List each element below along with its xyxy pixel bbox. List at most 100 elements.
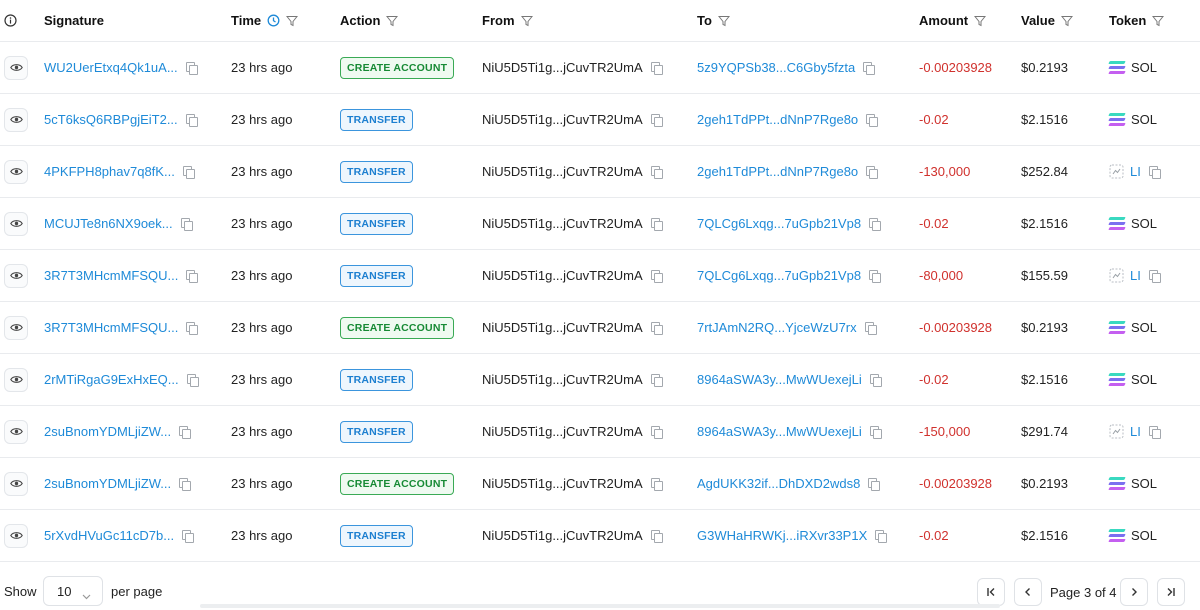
to-address-link[interactable]: 2geh1TdPPt...dNnP7Rge8o (697, 112, 858, 127)
view-details-button[interactable] (4, 315, 28, 340)
from-address: NiU5D5Ti1g...jCuvTR2UmA (482, 424, 643, 439)
signature-link[interactable]: 5cT6ksQ6RBPgjEiT2... (44, 112, 178, 127)
to-address-link[interactable]: 7QLCg6Lxqg...7uGpb21Vp8 (697, 268, 861, 283)
next-page-button[interactable] (1120, 578, 1148, 606)
from-address: NiU5D5Ti1g...jCuvTR2UmA (482, 268, 643, 283)
to-address-link[interactable]: AgdUKK32if...DhDXD2wds8 (697, 476, 860, 491)
copy-icon[interactable] (1148, 270, 1161, 283)
from-address: NiU5D5Ti1g...jCuvTR2UmA (482, 372, 643, 387)
signature-link[interactable]: 3R7T3MHcmMFSQU... (44, 320, 178, 335)
action-badge: TRANSFER (340, 368, 413, 391)
copy-icon[interactable] (650, 218, 663, 231)
sol-token-icon (1108, 60, 1126, 75)
to-address-link[interactable]: 8964aSWA3y...MwWUexejLi (697, 424, 862, 439)
copy-icon[interactable] (1148, 426, 1161, 439)
clock-icon[interactable] (267, 14, 280, 27)
copy-icon[interactable] (650, 270, 663, 283)
value-usd: $0.2193 (1021, 60, 1068, 75)
first-page-button[interactable] (977, 578, 1005, 606)
copy-icon[interactable] (866, 166, 879, 179)
value-usd: $2.1516 (1021, 216, 1068, 231)
copy-icon[interactable] (650, 530, 663, 543)
copy-icon[interactable] (863, 62, 876, 75)
show-label: Show (4, 584, 37, 599)
column-token-label: Token (1109, 13, 1147, 28)
filter-icon[interactable] (974, 15, 987, 27)
signature-link[interactable]: 5rXvdHVuGc11cD7b... (44, 528, 174, 543)
copy-icon[interactable] (650, 114, 663, 127)
time-value: 23 hrs ago (231, 476, 293, 491)
table-row: 4PKFPH8phav7q8fK... 23 hrs ago TRANSFER NiU… (0, 146, 1200, 198)
last-page-button[interactable] (1157, 578, 1185, 606)
copy-icon[interactable] (186, 322, 199, 335)
copy-icon[interactable] (869, 374, 882, 387)
copy-icon[interactable] (868, 478, 881, 491)
copy-icon[interactable] (650, 374, 663, 387)
signature-link[interactable]: 2rMTiRgaG9ExHxEQ... (44, 372, 179, 387)
to-address-link[interactable]: 2geh1TdPPt...dNnP7Rge8o (697, 164, 858, 179)
copy-icon[interactable] (650, 166, 663, 179)
signature-link[interactable]: 3R7T3MHcmMFSQU... (44, 268, 178, 283)
view-details-button[interactable] (4, 55, 28, 80)
copy-icon[interactable] (185, 114, 198, 127)
copy-icon[interactable] (179, 426, 192, 439)
previous-page-button[interactable] (1014, 578, 1042, 606)
signature-link[interactable]: MCUJTe8n6NX9oek... (44, 216, 173, 231)
amount-value: -0.00203928 (919, 476, 993, 491)
filter-icon[interactable] (520, 15, 533, 27)
copy-icon[interactable] (866, 114, 879, 127)
view-details-button[interactable] (4, 367, 28, 392)
copy-icon[interactable] (182, 166, 195, 179)
to-address-link[interactable]: G3WHaHRWKj...iRXvr33P1X (697, 528, 867, 543)
copy-icon[interactable] (182, 530, 195, 543)
copy-icon[interactable] (650, 478, 663, 491)
signature-link[interactable]: 4PKFPH8phav7q8fK... (44, 164, 175, 179)
page-size-select[interactable]: 10 (43, 576, 103, 606)
token-link[interactable]: LI (1130, 268, 1141, 283)
view-details-button[interactable] (4, 159, 28, 184)
copy-icon[interactable] (185, 62, 198, 75)
filter-icon[interactable] (717, 15, 730, 27)
filter-icon[interactable] (386, 15, 399, 27)
filter-icon[interactable] (286, 15, 299, 27)
horizontal-scrollbar[interactable] (200, 604, 1000, 608)
view-details-button[interactable] (4, 211, 28, 236)
signature-link[interactable]: 2suBnomYDMLjiZW... (44, 424, 171, 439)
copy-icon[interactable] (875, 530, 888, 543)
li-token-icon (1109, 164, 1124, 179)
copy-icon[interactable] (186, 270, 199, 283)
column-from: From (482, 0, 682, 41)
view-details-button[interactable] (4, 471, 28, 496)
copy-icon[interactable] (179, 478, 192, 491)
to-address-link[interactable]: 7QLCg6Lxqg...7uGpb21Vp8 (697, 216, 861, 231)
to-address-link[interactable]: 8964aSWA3y...MwWUexejLi (697, 372, 862, 387)
table-row: 3R7T3MHcmMFSQU... 23 hrs ago CREATE ACCOUN… (0, 302, 1200, 354)
copy-icon[interactable] (650, 62, 663, 75)
copy-icon[interactable] (650, 426, 663, 439)
to-address-link[interactable]: 5z9YQPSb38...C6Gby5fzta (697, 60, 855, 75)
amount-value: -0.00203928 (919, 60, 993, 75)
signature-link[interactable]: 2suBnomYDMLjiZW... (44, 476, 171, 491)
token-link[interactable]: LI (1130, 424, 1141, 439)
filter-icon[interactable] (1060, 15, 1073, 27)
view-details-button[interactable] (4, 419, 28, 444)
copy-icon[interactable] (1148, 166, 1161, 179)
copy-icon[interactable] (650, 322, 663, 335)
copy-icon[interactable] (864, 322, 877, 335)
info-circle-icon[interactable] (4, 0, 28, 41)
copy-icon[interactable] (869, 218, 882, 231)
view-details-button[interactable] (4, 263, 28, 288)
amount-value: -0.02 (919, 372, 949, 387)
view-details-button[interactable] (4, 523, 28, 548)
copy-icon[interactable] (869, 426, 882, 439)
to-address-link[interactable]: 7rtJAmN2RQ...YjceWzU7rx (697, 320, 857, 335)
token-link[interactable]: LI (1130, 164, 1141, 179)
filter-icon[interactable] (1152, 15, 1165, 27)
signature-link[interactable]: WU2UerEtxq4Qk1uA... (44, 60, 178, 75)
copy-icon[interactable] (180, 218, 193, 231)
copy-icon[interactable] (869, 270, 882, 283)
view-details-button[interactable] (4, 107, 28, 132)
page-size-value: 10 (57, 583, 72, 599)
first-page-icon (986, 585, 996, 600)
copy-icon[interactable] (186, 374, 199, 387)
